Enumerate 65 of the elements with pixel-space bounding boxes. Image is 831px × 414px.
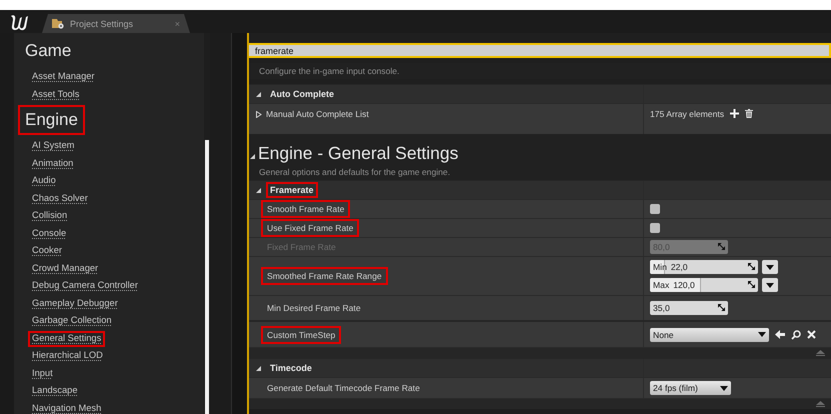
caret-icon xyxy=(758,332,766,337)
search-field[interactable]: framerate xyxy=(249,43,831,58)
settings-link[interactable]: Navigation Mesh xyxy=(28,400,106,414)
settings-link[interactable]: AI System xyxy=(28,138,78,154)
property-label: Generate Default Timecode Frame Rate xyxy=(266,382,421,395)
expand-triangle-icon[interactable] xyxy=(255,364,262,372)
plus-icon[interactable] xyxy=(730,109,740,118)
property-label: Manual Auto Complete List xyxy=(266,108,369,119)
property-label: Custom TimeStep xyxy=(261,326,342,344)
array-count: 175 Array elements xyxy=(650,109,724,119)
checkbox[interactable] xyxy=(650,204,660,214)
close-icon[interactable] xyxy=(807,330,816,339)
settings-icon xyxy=(52,18,64,29)
category-header[interactable]: Timecode xyxy=(266,360,316,376)
arrow-left-icon[interactable] xyxy=(775,330,785,339)
number-field[interactable]: 35,0 xyxy=(650,301,728,315)
settings-link[interactable]: Debug Camera Controller xyxy=(28,278,142,294)
drag-handle-icon[interactable] xyxy=(748,281,755,288)
section-title: Engine - General Settings xyxy=(258,143,458,164)
dropdown[interactable]: 24 fps (film) xyxy=(650,381,731,395)
slider-field[interactable]: Min 22,0 xyxy=(650,260,758,274)
collapse-icon[interactable] xyxy=(816,401,825,407)
caret-icon xyxy=(766,282,774,288)
drag-handle-icon[interactable] xyxy=(718,304,725,311)
property-label: Use Fixed Frame Rate xyxy=(261,219,360,237)
search-icon[interactable] xyxy=(791,330,801,340)
settings-link[interactable]: Landscape xyxy=(28,383,82,399)
scrollbar-thumb[interactable] xyxy=(205,140,209,414)
settings-link[interactable]: Collision xyxy=(28,208,72,224)
dropdown-button[interactable] xyxy=(762,260,778,274)
settings-link[interactable]: Cooker xyxy=(28,243,66,259)
settings-link[interactable]: Input xyxy=(28,366,57,382)
expand-triangle-icon[interactable] xyxy=(255,90,262,98)
category-header[interactable]: Auto Complete xyxy=(266,86,338,102)
expand-triangle-icon[interactable] xyxy=(249,153,256,160)
caret-icon xyxy=(720,386,728,390)
checkbox[interactable] xyxy=(650,223,660,233)
category-heading: Game xyxy=(24,40,72,62)
settings-link[interactable]: Hierarchical LOD xyxy=(28,348,107,364)
settings-link[interactable]: Asset Tools xyxy=(28,86,84,102)
dropdown-button[interactable] xyxy=(762,278,778,292)
settings-link[interactable]: Chaos Solver xyxy=(28,190,92,206)
caret-icon xyxy=(766,264,774,270)
property-label: Smooth Frame Rate xyxy=(261,200,350,218)
settings-link[interactable]: Audio xyxy=(28,173,60,189)
settings-link[interactable]: Garbage Collection xyxy=(28,313,116,329)
settings-link[interactable]: Crowd Manager xyxy=(28,260,102,276)
property-label: Smoothed Frame Rate Range xyxy=(261,267,388,285)
settings-link[interactable]: Asset Manager xyxy=(28,69,99,85)
settings-link[interactable]: Gameplay Debugger xyxy=(28,296,122,312)
settings-link[interactable]: General Settings xyxy=(28,330,106,346)
property-label: Min Desired Frame Rate xyxy=(266,302,362,315)
category-heading: Engine xyxy=(18,105,85,135)
project-settings-tab[interactable]: Project Settings × xyxy=(42,14,190,33)
category-header[interactable]: Framerate xyxy=(266,182,318,198)
trash-icon[interactable] xyxy=(745,109,754,118)
expand-triangle-icon[interactable] xyxy=(255,111,262,118)
drag-handle-icon[interactable] xyxy=(718,243,725,250)
drag-handle-icon[interactable] xyxy=(748,263,755,270)
collapse-icon[interactable] xyxy=(816,350,825,356)
settings-link[interactable]: Animation xyxy=(28,156,78,172)
slider-field[interactable]: Max 120,0 xyxy=(650,278,758,292)
expand-triangle-icon[interactable] xyxy=(255,186,262,194)
settings-link[interactable]: Console xyxy=(28,226,70,242)
asset-dropdown[interactable]: None xyxy=(650,328,769,342)
